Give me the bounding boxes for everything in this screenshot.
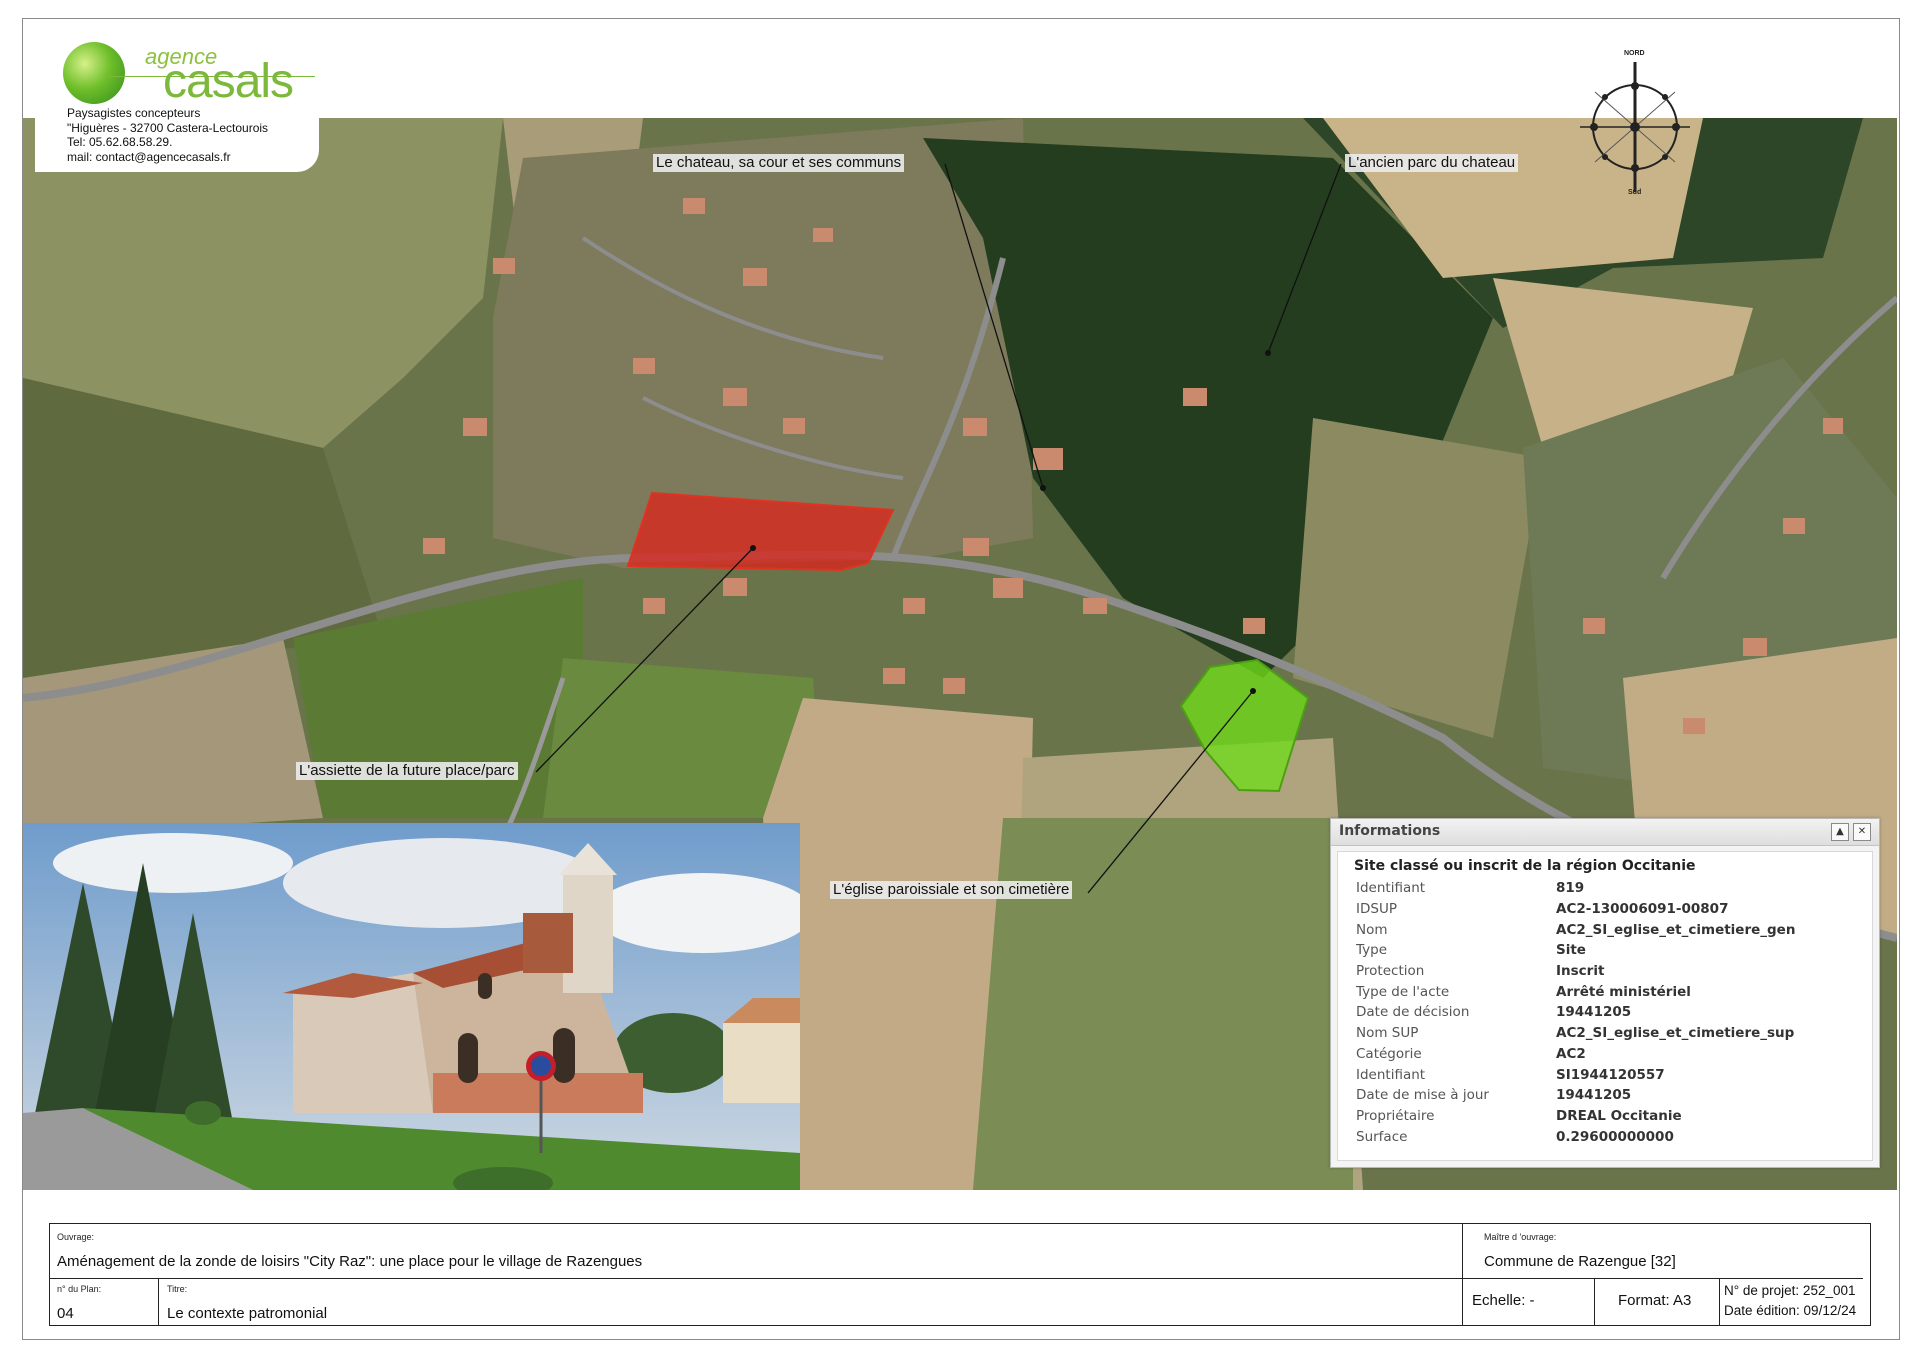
info-row: Propriétaire DREAL Occitanie xyxy=(1356,1106,1795,1127)
callout-chateau: Le chateau, sa cour et ses communs xyxy=(653,154,905,172)
info-row: Surface 0.29600000000 xyxy=(1356,1126,1795,1147)
divider xyxy=(1594,1278,1595,1325)
info-row-key: Propriétaire xyxy=(1356,1107,1435,1124)
info-row: Identifiant SI1944120557 xyxy=(1356,1064,1795,1085)
callout-eglise: L'église paroissiale et son cimetière xyxy=(830,881,1073,899)
info-row-value: AC2_SI_eglise_et_cimetiere_sup xyxy=(1556,1025,1795,1042)
info-row-value: SI1944120557 xyxy=(1556,1066,1665,1083)
info-row-key: IDSUP xyxy=(1356,901,1397,918)
ouvrage-label: Ouvrage: xyxy=(57,1232,95,1242)
info-attribute-table: Identifiant 819 IDSUP AC2-130006091-00807 No… xyxy=(1356,878,1795,1147)
agency-line: Tel: 05.62.68.58.29. xyxy=(67,135,173,149)
info-panel-body: Site classé ou inscrit de la région Occi… xyxy=(1337,851,1873,1161)
info-row-key: Nom SUP xyxy=(1356,1025,1419,1042)
agency-line: mail: contact@agencecasals.fr xyxy=(67,149,231,164)
collapse-icon[interactable]: ▲ xyxy=(1831,823,1849,841)
ouvrage-value: Aménagement de la zonde de loisirs "City… xyxy=(57,1253,643,1270)
info-row-key: Catégorie xyxy=(1356,1045,1422,1062)
logo-globe-icon xyxy=(63,42,125,104)
info-row-value: 819 xyxy=(1556,880,1585,897)
info-row-key: Surface xyxy=(1356,1128,1408,1145)
info-row-key: Identifiant xyxy=(1356,880,1426,897)
info-row-key: Date de décision xyxy=(1356,1004,1470,1021)
info-row: Type de l'acte Arrêté ministériel xyxy=(1356,981,1795,1002)
plan-value: 04 xyxy=(57,1305,74,1322)
info-row: Type Site xyxy=(1356,940,1795,961)
info-row: Date de mise à jour 19441205 xyxy=(1356,1085,1795,1106)
info-row-key: Protection xyxy=(1356,963,1425,980)
info-row-value: 0.29600000000 xyxy=(1556,1128,1674,1145)
callout-ancien-parc: L'ancien parc du chateau xyxy=(1345,154,1519,172)
title-block: Ouvrage: Aménagement de la zonde de lois… xyxy=(49,1223,1871,1326)
divider xyxy=(1719,1278,1720,1325)
info-panel-header: Informations ▲ ✕ xyxy=(1331,819,1879,846)
info-row-value: AC2-130006091-00807 xyxy=(1556,901,1729,918)
divider xyxy=(1462,1224,1463,1325)
info-panel: Informations ▲ ✕ Site classé ou inscrit … xyxy=(1330,818,1880,1168)
compass-south: Sud xyxy=(1628,189,1642,196)
maitre-label: Maître d 'ouvrage: xyxy=(1484,1232,1557,1242)
info-row-value: DREAL Occitanie xyxy=(1556,1107,1682,1124)
agency-logo-block: agence casals Paysagistes concepteurs "H… xyxy=(35,36,319,172)
callout-assiette: L'assiette de la future place/parc xyxy=(296,762,518,780)
info-row: IDSUP AC2-130006091-00807 xyxy=(1356,899,1795,920)
info-row-value: 19441205 xyxy=(1556,1004,1632,1021)
info-row-value: Arrêté ministériel xyxy=(1556,983,1691,1000)
info-row-value: Site xyxy=(1556,942,1586,959)
logo-brand: casals xyxy=(163,55,294,108)
divider xyxy=(158,1278,159,1325)
info-row-value: 19441205 xyxy=(1556,1087,1632,1104)
format-value: Format: A3 xyxy=(1618,1292,1692,1309)
info-row-key: Type xyxy=(1356,942,1388,959)
info-row: Nom SUP AC2_SI_eglise_et_cimetiere_sup xyxy=(1356,1023,1795,1044)
agency-line: Paysagistes concepteurs xyxy=(67,106,201,120)
close-icon[interactable]: ✕ xyxy=(1853,823,1871,841)
compass-rose-icon: NORD Sud xyxy=(1560,50,1710,202)
info-row: Identifiant 819 xyxy=(1356,878,1795,899)
info-row-key: Identifiant xyxy=(1356,1066,1426,1083)
compass-north: NORD xyxy=(1624,50,1645,57)
echelle-value: Echelle: - xyxy=(1472,1292,1535,1309)
agency-line: "Higuères - 32700 Castera-Lectourois xyxy=(67,120,269,135)
info-row-value: Inscrit xyxy=(1556,963,1605,980)
info-row: Protection Inscrit xyxy=(1356,961,1795,982)
agency-contact: Paysagistes concepteurs "Higuères - 3270… xyxy=(67,106,268,164)
info-row-value: AC2 xyxy=(1556,1045,1586,1062)
info-row-key: Nom xyxy=(1356,921,1388,938)
info-row-key: Type de l'acte xyxy=(1356,983,1450,1000)
church-photo xyxy=(23,823,800,1190)
title-block-top-row xyxy=(50,1224,1863,1279)
maitre-value: Commune de Razengue [32] xyxy=(1484,1253,1676,1270)
info-row: Catégorie AC2 xyxy=(1356,1044,1795,1065)
info-panel-title: Informations xyxy=(1339,823,1441,839)
projet-value: N° de projet: 252_001 xyxy=(1724,1283,1856,1298)
info-row-value: AC2_SI_eglise_et_cimetiere_gen xyxy=(1556,921,1796,938)
titre-label: Titre: xyxy=(167,1284,188,1294)
date-value: Date édition: 09/12/24 xyxy=(1724,1303,1857,1318)
info-row-key: Date de mise à jour xyxy=(1356,1087,1489,1104)
info-row: Date de décision 19441205 xyxy=(1356,1002,1795,1023)
info-row: Nom AC2_SI_eglise_et_cimetiere_gen xyxy=(1356,919,1795,940)
info-record-title: Site classé ou inscrit de la région Occi… xyxy=(1354,858,1696,874)
titre-value: Le contexte patromonial xyxy=(167,1305,328,1322)
plan-label: n° du Plan: xyxy=(57,1284,102,1294)
